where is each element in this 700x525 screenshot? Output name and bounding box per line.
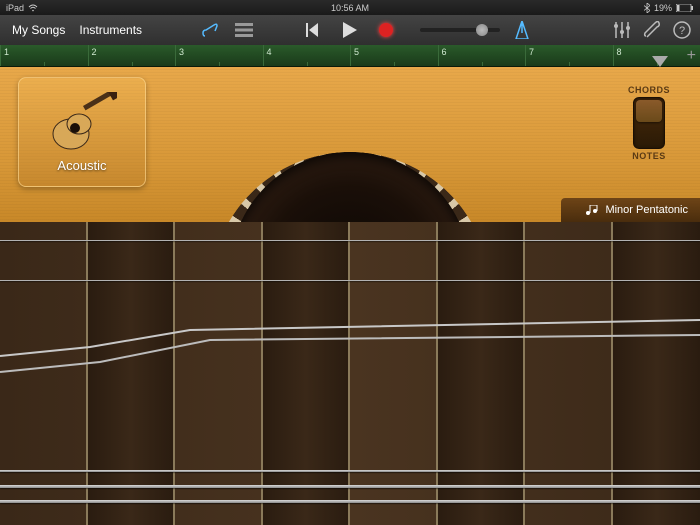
settings-icon[interactable] [642,20,662,40]
scale-label: Minor Pentatonic [605,204,688,216]
device-label: iPad [6,3,24,13]
string-5[interactable] [0,470,700,472]
record-button[interactable] [377,21,395,39]
master-volume-slider[interactable] [420,28,500,32]
tracks-view-icon[interactable] [234,20,254,40]
battery-pct: 19% [654,3,672,13]
instrument-view-icon[interactable] [200,20,220,40]
timeline-ruler[interactable]: 1 2 3 4 5 6 7 8 + [0,45,700,67]
metronome-icon[interactable] [512,20,532,40]
fret-column[interactable] [438,222,526,525]
bluetooth-icon [644,3,650,13]
bar-marker[interactable]: 2 [88,45,176,66]
chords-label: CHORDS [628,85,670,95]
clock: 10:56 AM [331,3,369,13]
instrument-label: Acoustic [57,158,106,173]
help-icon[interactable]: ? [672,20,692,40]
string-6[interactable] [0,485,700,488]
fret-column[interactable] [525,222,613,525]
toolbar: My Songs Instruments ? [0,15,700,45]
bar-marker[interactable]: 1 [0,45,88,66]
chords-notes-toggle: CHORDS NOTES [628,85,670,161]
add-track-button[interactable]: + [687,47,696,65]
mixer-icon[interactable] [612,20,632,40]
my-songs-button[interactable]: My Songs [8,21,69,39]
fretboard[interactable] [0,222,700,525]
guitar-body: Acoustic CHORDS NOTES Minor Pentatonic [0,67,700,222]
string-2[interactable] [0,280,700,281]
bar-marker[interactable]: 7 [525,45,613,66]
battery-icon [676,4,694,12]
play-button[interactable] [341,21,359,39]
fret-column[interactable] [0,222,88,525]
fret-column[interactable] [175,222,263,525]
instrument-selector[interactable]: Acoustic [18,77,146,187]
scale-icon [585,205,599,215]
string-1[interactable] [0,240,700,241]
status-bar: iPad 10:56 AM 19% [0,0,700,15]
rewind-button[interactable] [305,21,323,39]
fret-column[interactable] [263,222,351,525]
string-6b[interactable] [0,500,700,503]
acoustic-guitar-icon [47,92,117,152]
fret-column[interactable] [613,222,700,525]
wifi-icon [28,4,38,12]
notes-label: NOTES [632,151,666,161]
bar-marker[interactable]: 3 [175,45,263,66]
svg-text:?: ? [679,25,685,37]
mode-switch[interactable] [633,97,665,149]
bar-marker[interactable]: 4 [263,45,351,66]
instruments-button[interactable]: Instruments [75,21,146,39]
playhead[interactable] [652,45,668,67]
fret-column[interactable] [350,222,438,525]
fret-column[interactable] [88,222,176,525]
scale-selector-button[interactable]: Minor Pentatonic [561,198,700,222]
bar-marker[interactable]: 6 [438,45,526,66]
bar-marker[interactable]: 5 [350,45,438,66]
